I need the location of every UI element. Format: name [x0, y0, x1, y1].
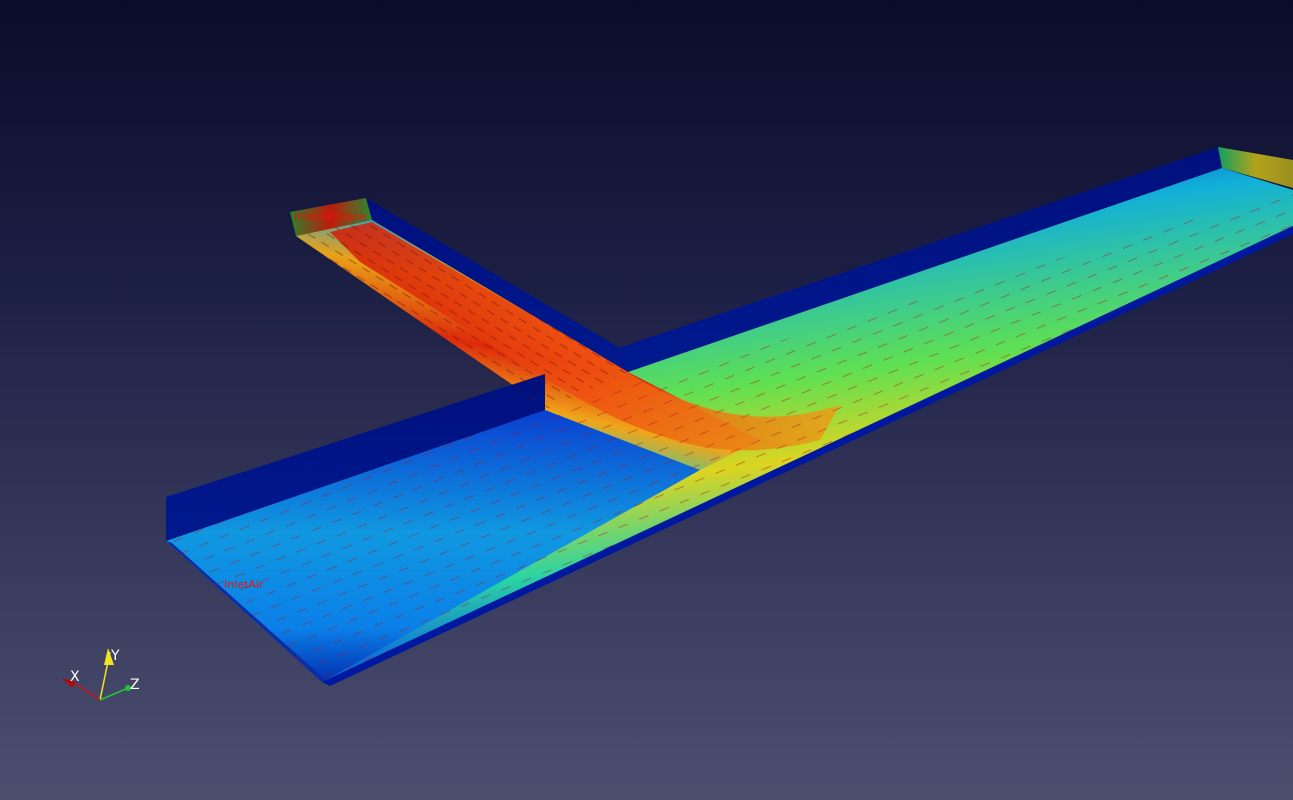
x-axis-label: X [70, 669, 80, 685]
3d-viewport[interactable]: InletMethane InletAir Y X Z [0, 0, 1293, 800]
velocity-vectors [166, 190, 1293, 682]
inlet-methane-label: InletMethane [294, 210, 367, 223]
y-axis-label: Y [110, 648, 120, 664]
z-axis-label: Z [130, 677, 140, 693]
z-axis-line [99, 687, 129, 701]
inlet-air-label: InletAir [224, 578, 264, 591]
orientation-axes[interactable]: Y X Z [62, 648, 140, 701]
